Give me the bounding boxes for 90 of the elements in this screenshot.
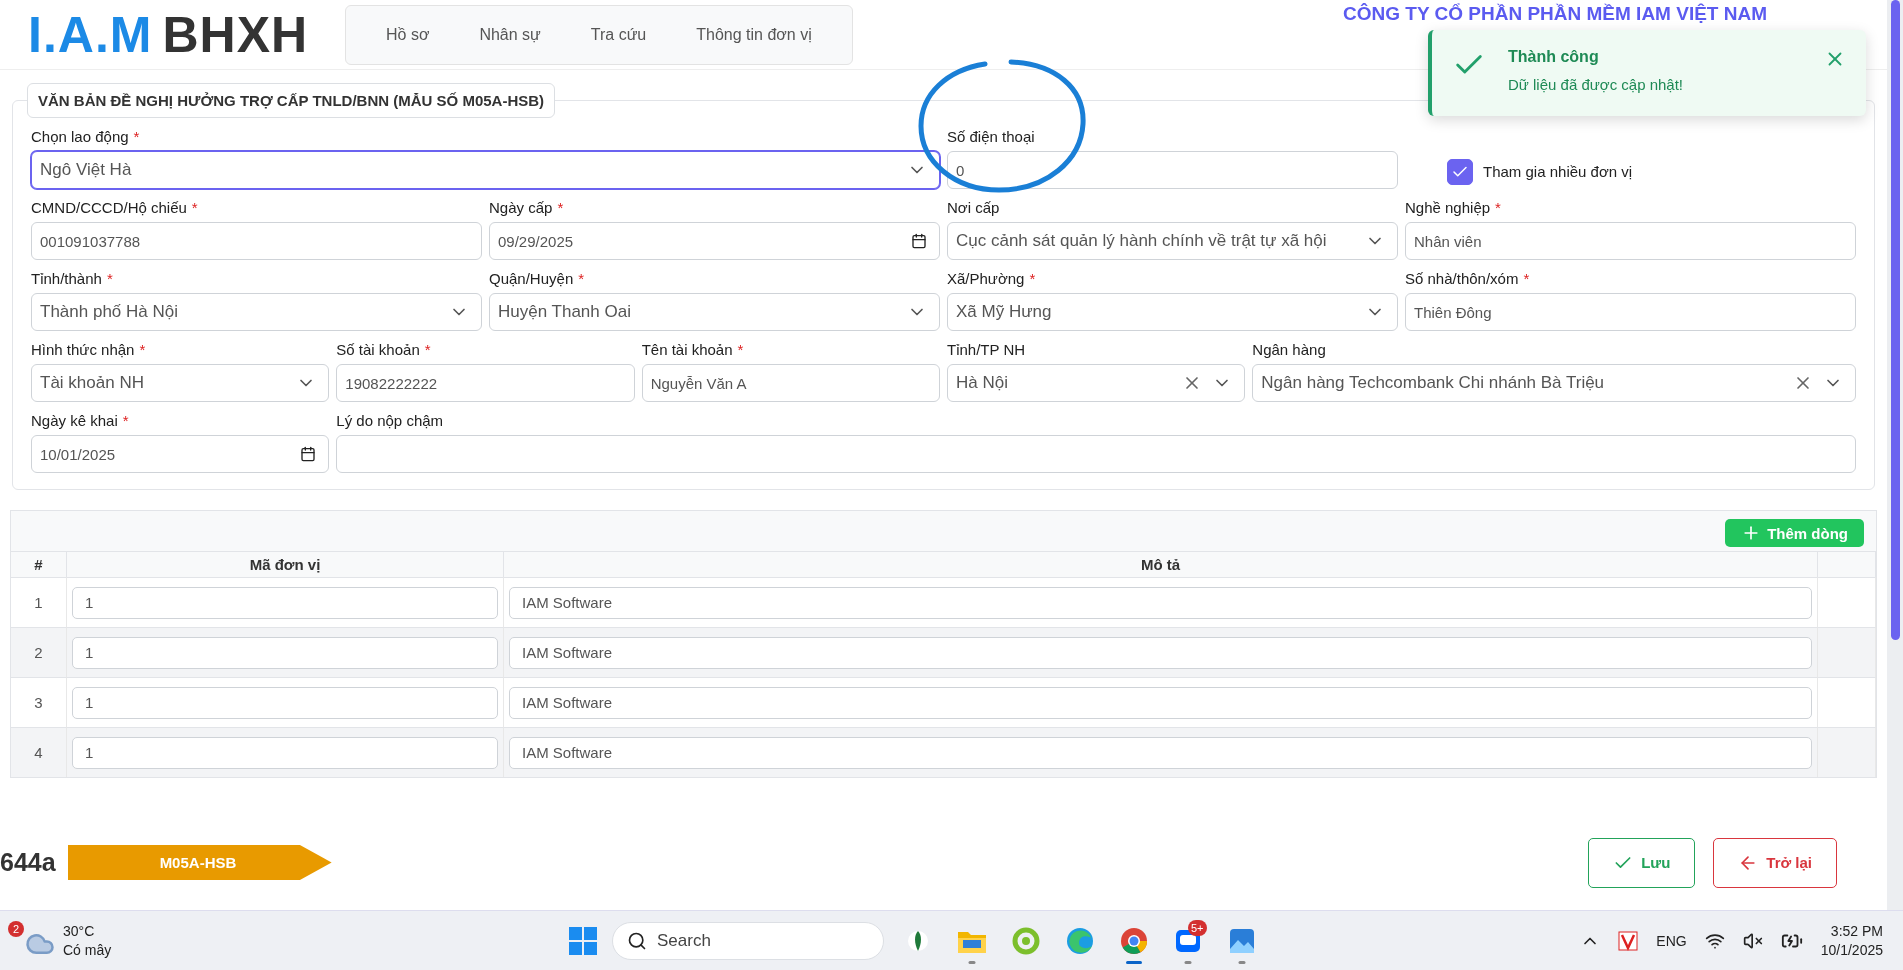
field-label: Ngân hàng xyxy=(1252,341,1326,358)
language-indicator[interactable]: ENG xyxy=(1656,932,1687,949)
chrome-icon[interactable] xyxy=(1120,926,1148,955)
search-field[interactable]: Search xyxy=(612,921,884,960)
calendar-icon[interactable] xyxy=(300,446,317,462)
select-field[interactable]: Ngân hàng Techcombank Chi nhánh Bà Triệu xyxy=(1252,364,1856,402)
toast-message: Dữ liệu đã được cập nhật! xyxy=(1508,76,1684,93)
field-label: Nghề nghiệp xyxy=(1405,199,1491,216)
field-label: Nơi cấp xyxy=(947,199,1000,216)
field-label: Hình thức nhận xyxy=(31,341,135,358)
form-tag: M05A-HSB xyxy=(67,845,332,880)
windows-icon[interactable] xyxy=(568,925,598,956)
field-label: Ngày cấp xyxy=(489,199,553,216)
input-field[interactable]: Nhân viên xyxy=(1405,222,1856,260)
field-label: Tỉnh/thành xyxy=(31,270,102,287)
date-field[interactable]: 09/29/2025 xyxy=(489,222,940,260)
input-field[interactable]: Thiên Đông xyxy=(1405,293,1856,331)
back-button[interactable]: Trở lại xyxy=(1713,837,1837,888)
required-mark: * xyxy=(139,341,146,358)
nav-link[interactable]: Nhân sự xyxy=(457,17,563,52)
select-field[interactable]: Ngô Việt Hà xyxy=(31,151,940,189)
required-mark: * xyxy=(191,199,198,216)
company-name: CÔNG TY CỔ PHẦN PHẦN MỀM IAM VIỆT NAM xyxy=(1343,3,1767,25)
required-mark: * xyxy=(1029,270,1036,287)
required-mark: * xyxy=(578,270,585,287)
nav-link[interactable]: Thông tin đơn vị xyxy=(674,17,834,52)
select-field[interactable]: Tài khoản NH xyxy=(31,364,330,402)
toast-title: Thành công xyxy=(1508,48,1600,66)
field-label: Số tài khoản xyxy=(336,341,420,358)
notification-badge: 2 xyxy=(8,920,24,937)
search-icon xyxy=(627,930,647,951)
scrollbar[interactable] xyxy=(1887,0,1903,910)
select-field[interactable]: Thành phố Hà Nội xyxy=(31,293,482,331)
row-number: 2 xyxy=(34,644,43,661)
input-field[interactable]: IAM Software xyxy=(509,586,1812,619)
field-label: Lý do nộp chậm xyxy=(336,412,444,429)
date-field[interactable]: 10/01/2025 xyxy=(31,435,330,473)
field-label: Chọn lao động xyxy=(31,128,129,145)
row-number: 1 xyxy=(34,594,43,611)
input-field[interactable]: 19082222222 xyxy=(336,364,635,402)
temperature: 30°C xyxy=(63,922,96,941)
checkbox-label: Tham gia nhiều đơn vị xyxy=(1483,163,1633,180)
input-field[interactable]: 1 xyxy=(72,586,498,619)
row-number: 4 xyxy=(34,744,43,761)
input-field[interactable]: 1 xyxy=(72,736,498,769)
input-field[interactable]: IAM Software xyxy=(509,736,1812,769)
required-mark: * xyxy=(106,270,113,287)
input-field[interactable] xyxy=(336,435,1856,473)
required-mark: * xyxy=(133,128,140,145)
field-label: Số điện thoại xyxy=(947,128,1035,145)
required-mark: * xyxy=(1495,199,1501,216)
field-label: Quận/Huyện xyxy=(489,270,574,287)
weather-condition: Có mây xyxy=(63,940,112,959)
input-field[interactable]: IAM Software xyxy=(509,636,1812,669)
nav-link[interactable]: Hồ sơ xyxy=(364,17,452,52)
photos-icon[interactable] xyxy=(1228,926,1256,955)
select-field[interactable]: Cục cảnh sát quản lý hành chính về trật tự xã hội xyxy=(947,222,1398,260)
notification-badge: 5+ xyxy=(1188,919,1207,936)
input-field[interactable]: IAM Software xyxy=(509,686,1812,719)
input-field[interactable]: 001091037788 xyxy=(31,222,482,260)
required-mark: * xyxy=(122,412,129,429)
field-label: Xã/Phường xyxy=(947,270,1025,287)
field-label: Số nhà/thôn/xóm xyxy=(1405,270,1519,287)
select-field[interactable]: Hà Nội xyxy=(947,364,1246,402)
field-label: Ngày kê khai xyxy=(31,412,118,429)
field-label: CMND/CCCD/Hộ chiếu xyxy=(31,199,187,216)
select-field[interactable]: Huyện Thanh Oai xyxy=(489,293,940,331)
required-mark: * xyxy=(557,199,564,216)
required-mark: * xyxy=(737,341,744,358)
input-field[interactable]: 0 xyxy=(947,151,1398,189)
checkbox[interactable] xyxy=(1447,158,1473,185)
v-logo-icon[interactable] xyxy=(1618,930,1639,951)
field-label: Tỉnh/TP NH xyxy=(947,341,1026,358)
clock-time[interactable]: 3:52 PM xyxy=(1830,921,1883,941)
required-mark: * xyxy=(424,341,431,358)
logo[interactable]: I.A.M BHXH xyxy=(28,5,345,64)
input-field[interactable]: 1 xyxy=(72,686,498,719)
input-field[interactable]: Nguyễn Văn A xyxy=(641,364,940,402)
edge-icon[interactable] xyxy=(1066,926,1094,955)
select-field[interactable]: Xã Mỹ Hưng xyxy=(947,293,1398,331)
row-number: 3 xyxy=(34,694,43,711)
nav-link[interactable]: Tra cứu xyxy=(568,17,669,52)
code-text: 644a xyxy=(0,848,56,877)
muted-speaker-icon[interactable] xyxy=(1742,930,1763,951)
required-mark: * xyxy=(1523,270,1530,287)
calendar-icon[interactable] xyxy=(911,233,927,249)
form-title: VĂN BẢN ĐỀ NGHỊ HƯỞNG TRỢ CẤP TNLD/BNN (MẪU SỐ M05A-HSB) xyxy=(27,83,556,118)
clock-date[interactable]: 10/1/2025 xyxy=(1820,940,1883,960)
input-field[interactable]: 1 xyxy=(72,636,498,669)
field-label: Tên tài khoản xyxy=(641,341,733,358)
